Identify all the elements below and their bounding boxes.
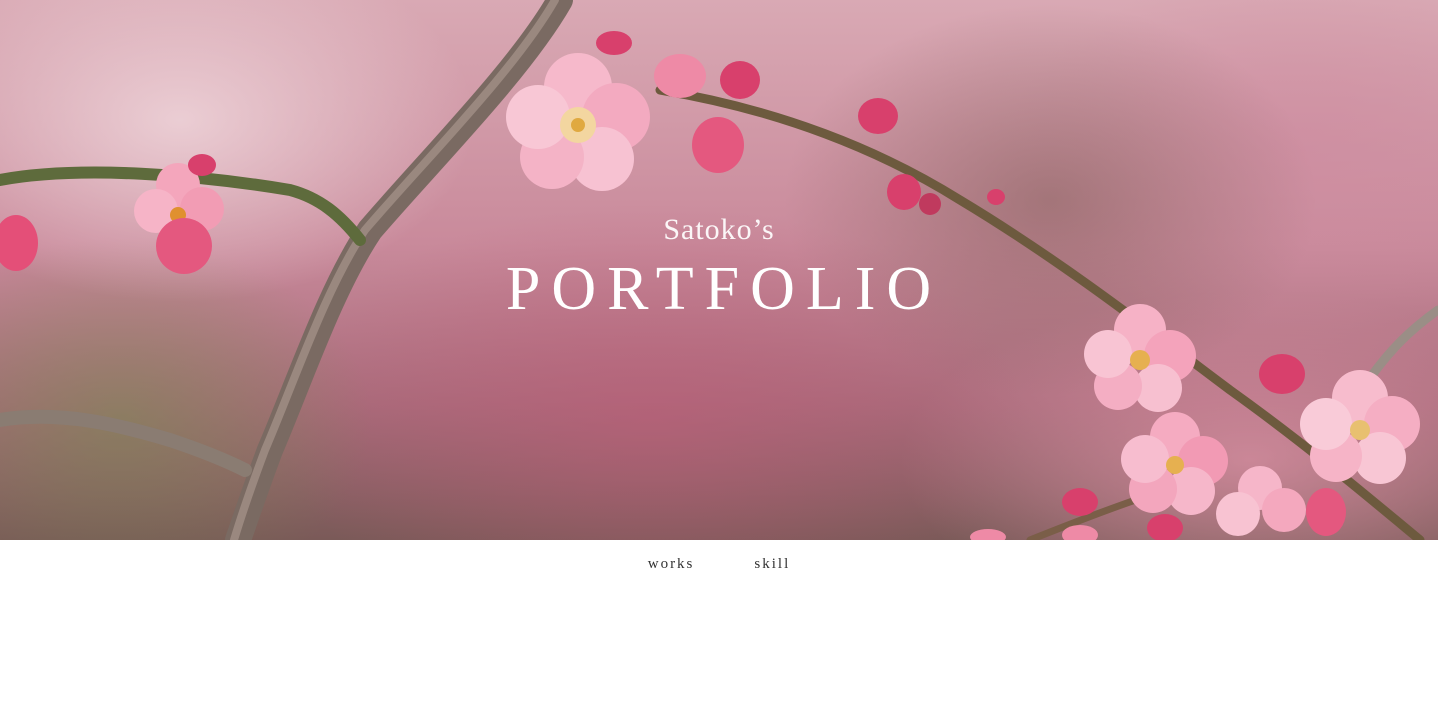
site-subtitle: Satoko’s xyxy=(663,213,775,246)
nav-link-works[interactable]: works xyxy=(648,556,695,573)
site-title-block: Satoko’s PORTFOLIO xyxy=(0,210,1438,324)
main-navigation: works skill xyxy=(0,540,1438,588)
blossom-right-3 xyxy=(1300,370,1420,484)
branch-left-lower xyxy=(0,409,252,477)
hero-banner: Satoko’s PORTFOLIO xyxy=(0,0,1438,540)
nav-link-skill[interactable]: skill xyxy=(754,556,790,573)
blossom-large xyxy=(506,53,650,191)
site-title: PORTFOLIO xyxy=(505,255,943,323)
blossom-right-4 xyxy=(1216,466,1306,536)
blossom-right-2 xyxy=(1121,412,1228,515)
